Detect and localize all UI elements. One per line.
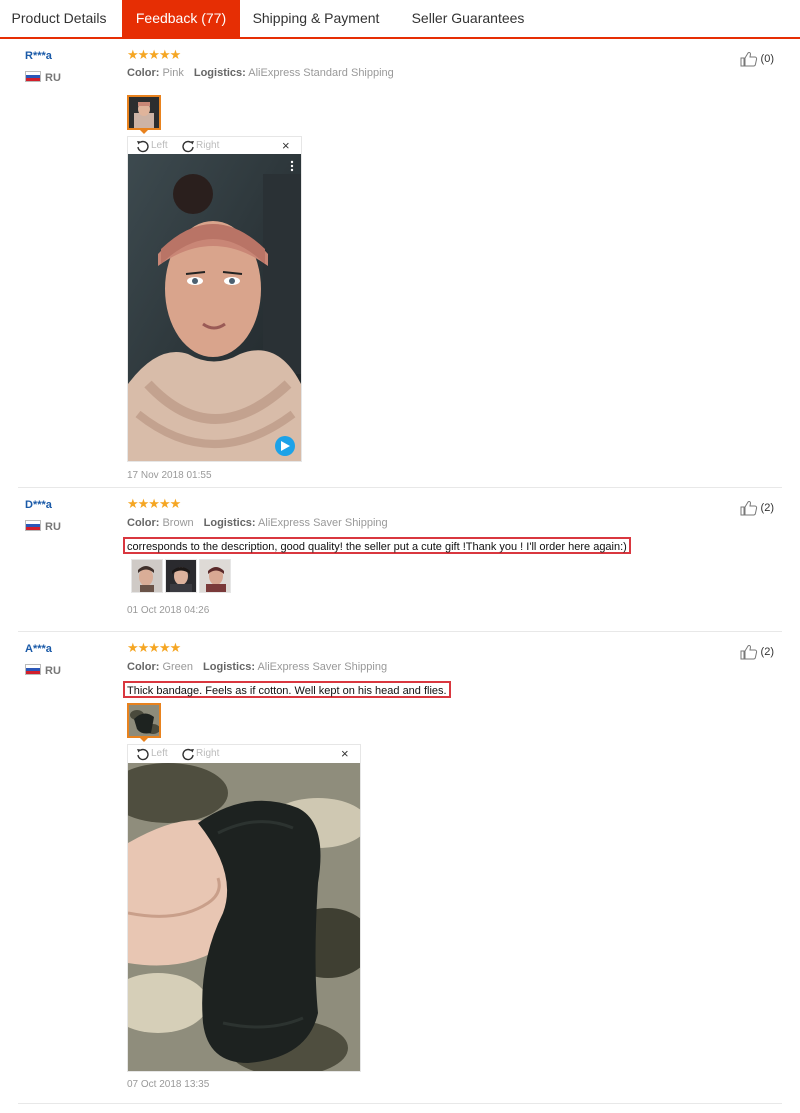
rotate-right-label: Right: [196, 748, 220, 759]
tab-shipping-payment[interactable]: Shipping & Payment: [244, 0, 388, 37]
viewer-toolbar: Left Right ×: [128, 745, 360, 763]
tab-seller-guarantees[interactable]: Seller Guarantees: [396, 0, 540, 37]
thumbs-up-icon: [740, 51, 757, 67]
buyer-country: RU: [25, 664, 61, 677]
color-label: Color:: [127, 67, 160, 79]
close-icon[interactable]: ×: [282, 138, 290, 153]
tab-feedback[interactable]: Feedback (77): [122, 0, 240, 37]
star-rating: ★★★★★: [127, 640, 181, 655]
close-icon[interactable]: ×: [341, 746, 349, 761]
helpful-count: (0): [760, 53, 774, 65]
photo-thumbnail-image: [132, 560, 162, 592]
helpful-button[interactable]: (2): [740, 500, 774, 516]
buyer-name[interactable]: R***a: [25, 50, 52, 62]
flag-ru-icon: [25, 520, 41, 531]
photo-thumbnail[interactable]: [165, 559, 197, 593]
color-label: Color:: [127, 661, 160, 673]
color-value: Brown: [162, 517, 194, 529]
rotate-right-label: Right: [196, 140, 220, 151]
helpful-count: (2): [760, 646, 774, 658]
rotate-left-icon: [137, 140, 149, 153]
helpful-count: (2): [760, 502, 774, 514]
logistics-value: AliExpress Saver Shipping: [257, 661, 388, 673]
star-rating: ★★★★★: [127, 496, 181, 511]
color-value: Pink: [162, 67, 184, 79]
feedback-text: Thick bandage. Feels as if cotton. Well …: [123, 681, 451, 698]
rotate-left-button[interactable]: Left: [136, 745, 168, 763]
buyer-country: RU: [25, 71, 61, 84]
divider: [18, 1103, 782, 1104]
review-date: 17 Nov 2018 01:55: [127, 470, 212, 481]
rotate-right-icon: [182, 140, 194, 153]
tab-product-details[interactable]: Product Details: [0, 0, 118, 37]
rotate-left-button[interactable]: Left: [136, 137, 168, 155]
star-rating: ★★★★★: [127, 47, 181, 62]
divider: [18, 487, 782, 488]
photo-thumbnail[interactable]: [199, 559, 231, 593]
color-value: Green: [162, 661, 194, 673]
feedback-text: corresponds to the description, good qua…: [123, 537, 631, 554]
logistics-value: AliExpress Standard Shipping: [248, 67, 394, 79]
feedback-item: R***a RU ★★★★★ Color: Pink Logistics: Ali…: [18, 40, 782, 485]
buyer-country: RU: [25, 520, 61, 533]
review-photo: [128, 154, 301, 461]
photo-thumbnail-image: [129, 705, 159, 736]
review-photo: [128, 763, 360, 1071]
helpful-button[interactable]: (2): [740, 644, 774, 660]
rotate-left-label: Left: [151, 140, 168, 151]
flag-ru-icon: [25, 71, 41, 82]
flag-ru-icon: [25, 664, 41, 675]
rotate-right-icon: [182, 748, 194, 761]
tab-bar: Product Details Feedback (77) Shipping &…: [0, 0, 800, 39]
selection-caret: [139, 737, 149, 742]
order-info: Color: Green Logistics: AliExpress Saver …: [127, 661, 387, 673]
photo-thumbnail-image: [129, 97, 159, 128]
rotate-right-button[interactable]: Right: [181, 745, 219, 763]
buyer-name[interactable]: D***a: [25, 499, 52, 511]
feedback-item: A***a RU ★★★★★ Color: Green Logistics: Al…: [18, 633, 782, 1103]
order-info: Color: Brown Logistics: AliExpress Saver …: [127, 517, 388, 529]
thumbs-up-icon: [740, 644, 757, 660]
rotate-right-button[interactable]: Right: [181, 137, 219, 155]
thumbs-up-icon: [740, 500, 757, 516]
order-info: Color: Pink Logistics: AliExpress Standar…: [127, 67, 394, 79]
divider: [18, 631, 782, 632]
photo-viewer: Left Right ×: [127, 136, 302, 462]
country-code: RU: [45, 521, 61, 533]
rotate-left-icon: [137, 748, 149, 761]
country-code: RU: [45, 72, 61, 84]
logistics-value: AliExpress Saver Shipping: [258, 517, 388, 529]
photo-thumbnail[interactable]: [131, 559, 163, 593]
review-date: 07 Oct 2018 13:35: [127, 1079, 210, 1090]
photo-thumbnail-image: [166, 560, 196, 592]
feedback-item: D***a RU ★★★★★ Color: Brown Logistics: Al…: [18, 489, 782, 629]
buyer-name[interactable]: A***a: [25, 643, 52, 655]
rotate-left-label: Left: [151, 748, 168, 759]
logistics-label: Logistics:: [203, 517, 256, 529]
photo-thumbnail-image: [200, 560, 230, 592]
review-date: 01 Oct 2018 04:26: [127, 605, 210, 616]
logistics-label: Logistics:: [203, 661, 255, 673]
selection-caret: [139, 129, 149, 134]
helpful-button[interactable]: (0): [740, 51, 774, 67]
logistics-label: Logistics:: [193, 67, 246, 79]
photo-viewer: Left Right ×: [127, 744, 361, 1072]
country-code: RU: [45, 665, 61, 677]
photo-thumbnail[interactable]: [127, 703, 161, 738]
color-label: Color:: [127, 517, 160, 529]
photo-thumbnail[interactable]: [127, 95, 161, 130]
viewer-toolbar: Left Right ×: [128, 137, 301, 155]
